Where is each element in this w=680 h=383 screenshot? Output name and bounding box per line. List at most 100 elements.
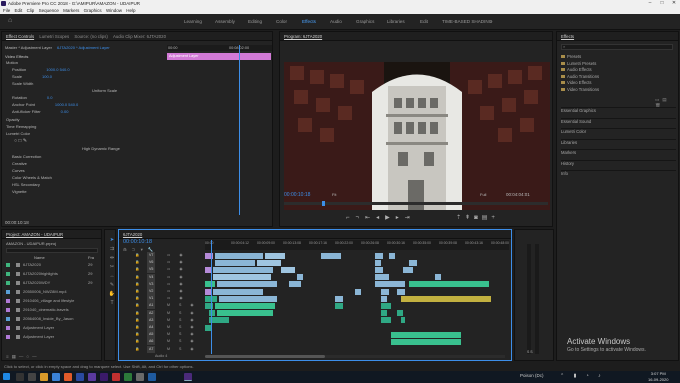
- program-timecode[interactable]: 00:00:10:18: [284, 192, 310, 198]
- go-to-in-icon[interactable]: ⇤: [365, 215, 376, 221]
- effects-folder[interactable]: Lumetri Presets: [561, 61, 596, 66]
- timeline-clip[interactable]: [375, 252, 383, 259]
- project-item[interactable]: 6JTA2020WDY: [6, 280, 50, 285]
- panel-section[interactable]: Libraries: [561, 138, 676, 145]
- timeline-clip[interactable]: [397, 288, 405, 295]
- effect-property-row[interactable]: Anti-flicker Filter 0.00: [12, 109, 68, 115]
- step-forward-icon[interactable]: ▸: [396, 215, 405, 221]
- new-preset-icon[interactable]: ▤: [662, 97, 669, 102]
- track-header[interactable]: 🔒 A3 M S ◉: [119, 316, 205, 324]
- property-value[interactable]: High Dynamic Range: [82, 146, 120, 151]
- track-lock-icon[interactable]: 🔒: [135, 310, 139, 317]
- project-item[interactable]: 291040_cinematic-travels: [6, 307, 69, 312]
- workspace-time-based-shading[interactable]: TIME-BASED SHADING: [442, 19, 492, 24]
- sequence-ref[interactable]: 6JTA2020 * Adjustment Layer: [57, 45, 110, 50]
- track-header[interactable]: 🔒 V6 ▭ ◉: [119, 259, 205, 267]
- file-explorer-icon[interactable]: [40, 373, 48, 381]
- workspace-graphics[interactable]: Graphics: [356, 19, 374, 24]
- workspace-libraries[interactable]: Libraries: [387, 19, 405, 24]
- tab-project[interactable]: Project: AMAZON - UDAIPUR: [6, 232, 63, 237]
- add-button-icon[interactable]: +: [491, 215, 499, 221]
- type-tool-icon[interactable]: T: [108, 299, 116, 308]
- track-area[interactable]: [205, 252, 509, 354]
- panel-section[interactable]: Markers: [561, 149, 676, 155]
- track-name[interactable]: V5: [147, 266, 156, 274]
- track-lock-icon[interactable]: 🔒: [135, 324, 139, 331]
- project-search-input[interactable]: [6, 248, 98, 253]
- icon-view-icon[interactable]: ▦: [12, 354, 19, 359]
- media-encoder-icon[interactable]: [112, 373, 120, 381]
- timeline-clip[interactable]: [281, 266, 295, 273]
- track-name[interactable]: V2: [147, 288, 156, 295]
- track-lock-icon[interactable]: 🔒: [135, 259, 139, 266]
- menu-graphics[interactable]: Graphics: [84, 8, 102, 13]
- effect-property-row[interactable]: Rotation 0.0: [12, 95, 52, 101]
- property-value[interactable]: 100.0: [42, 74, 52, 79]
- adjustment-layer-clip-bar[interactable]: Adjustment Layer: [167, 53, 271, 60]
- track-name[interactable]: A6: [147, 338, 156, 346]
- track-header[interactable]: 🔒 V2 ▭ ◉: [119, 288, 205, 295]
- timeline-clip[interactable]: [435, 274, 441, 281]
- timeline-clip[interactable]: [401, 295, 491, 302]
- effect-property-row[interactable]: Creative: [12, 161, 47, 167]
- compare-icon[interactable]: ▤: [482, 215, 492, 221]
- project-item[interactable]: 2910406_village and lifestyle: [6, 298, 74, 303]
- timeline-clip[interactable]: [389, 252, 395, 259]
- timeline-clip[interactable]: [209, 310, 215, 317]
- track-header[interactable]: 🔒 V4 ▭ ◉: [119, 273, 205, 281]
- timeline-clip[interactable]: [397, 310, 403, 317]
- track-name[interactable]: A2: [147, 309, 156, 317]
- track-visibility-icon[interactable]: ▭ ◉: [167, 295, 187, 302]
- effect-property-row[interactable]: Basic Correction: [12, 154, 61, 160]
- track-name[interactable]: V7: [147, 252, 156, 259]
- effect-property-row[interactable]: Vignette: [12, 189, 47, 195]
- effect-property-row[interactable]: Opacity: [6, 117, 40, 123]
- tab-program[interactable]: Program: 6JTA2020: [284, 34, 322, 39]
- app2-icon[interactable]: [136, 373, 144, 381]
- menu-markers[interactable]: Markers: [63, 8, 79, 13]
- timeline-clip[interactable]: [321, 252, 341, 259]
- effect-property-row[interactable]: Position 1000.0 540.0: [12, 67, 70, 73]
- timeline-clip[interactable]: [409, 259, 417, 266]
- premiere-taskbar-icon[interactable]: [100, 373, 108, 381]
- track-select-icon[interactable]: ⇉: [108, 245, 116, 254]
- menu-help[interactable]: Help: [126, 8, 135, 13]
- menu-sequence[interactable]: Sequence: [39, 8, 59, 13]
- track-header[interactable]: 🔒 V1 ▭ ◉: [119, 295, 205, 303]
- timeline-clip[interactable]: [381, 310, 387, 317]
- timeline-clip[interactable]: [355, 288, 361, 295]
- tab-effects[interactable]: Effects: [561, 34, 574, 39]
- track-header[interactable]: 🔒 A1 M S ◉: [119, 302, 205, 310]
- search-taskbar-icon[interactable]: [16, 373, 24, 381]
- timeline-clip[interactable]: [335, 302, 343, 309]
- track-lock-icon[interactable]: 🔒: [135, 338, 139, 345]
- panel-section[interactable]: Lumetri Color: [561, 128, 676, 134]
- track-mute-solo-controls[interactable]: M S ◉: [167, 302, 198, 309]
- zoom-slider-icon[interactable]: —○—: [19, 354, 40, 359]
- razor-tool-icon[interactable]: ✂: [108, 263, 116, 272]
- track-header[interactable]: 🔒 V3 ▭ ◉: [119, 280, 205, 288]
- timeline-clip[interactable]: [213, 266, 273, 273]
- track-mute-solo-controls[interactable]: M S ◉: [167, 331, 198, 338]
- track-lock-icon[interactable]: 🔒: [135, 288, 139, 295]
- project-col-name[interactable]: Name: [34, 255, 45, 261]
- track-mute-solo-controls[interactable]: M S ◉: [167, 317, 198, 324]
- after-effects-icon[interactable]: [88, 373, 96, 381]
- track-lock-icon[interactable]: 🔒: [135, 295, 139, 302]
- track-visibility-icon[interactable]: ▭ ◉: [167, 288, 187, 295]
- track-mute-solo-controls[interactable]: M S ◉: [167, 310, 198, 317]
- workspace-assembly[interactable]: Assembly: [215, 19, 235, 24]
- track-name[interactable]: A4: [147, 324, 156, 331]
- timeline-clip[interactable]: [375, 266, 383, 273]
- effect-property-row[interactable]: Motion: [6, 60, 38, 66]
- timeline-clip[interactable]: [215, 302, 275, 309]
- project-item[interactable]: 20550006_NWZ8M.mp4: [6, 289, 67, 294]
- track-name[interactable]: V1: [147, 295, 156, 303]
- track-lock-icon[interactable]: 🔒: [135, 281, 139, 288]
- timeline-clip[interactable]: [217, 310, 273, 317]
- track-name[interactable]: A5: [147, 331, 156, 339]
- workspace-editing[interactable]: Editing: [248, 19, 262, 24]
- timeline-clip[interactable]: [381, 317, 391, 324]
- effect-property-row[interactable]: Color Wheels & Match: [12, 175, 72, 181]
- hand-tool-icon[interactable]: ✋: [108, 290, 116, 299]
